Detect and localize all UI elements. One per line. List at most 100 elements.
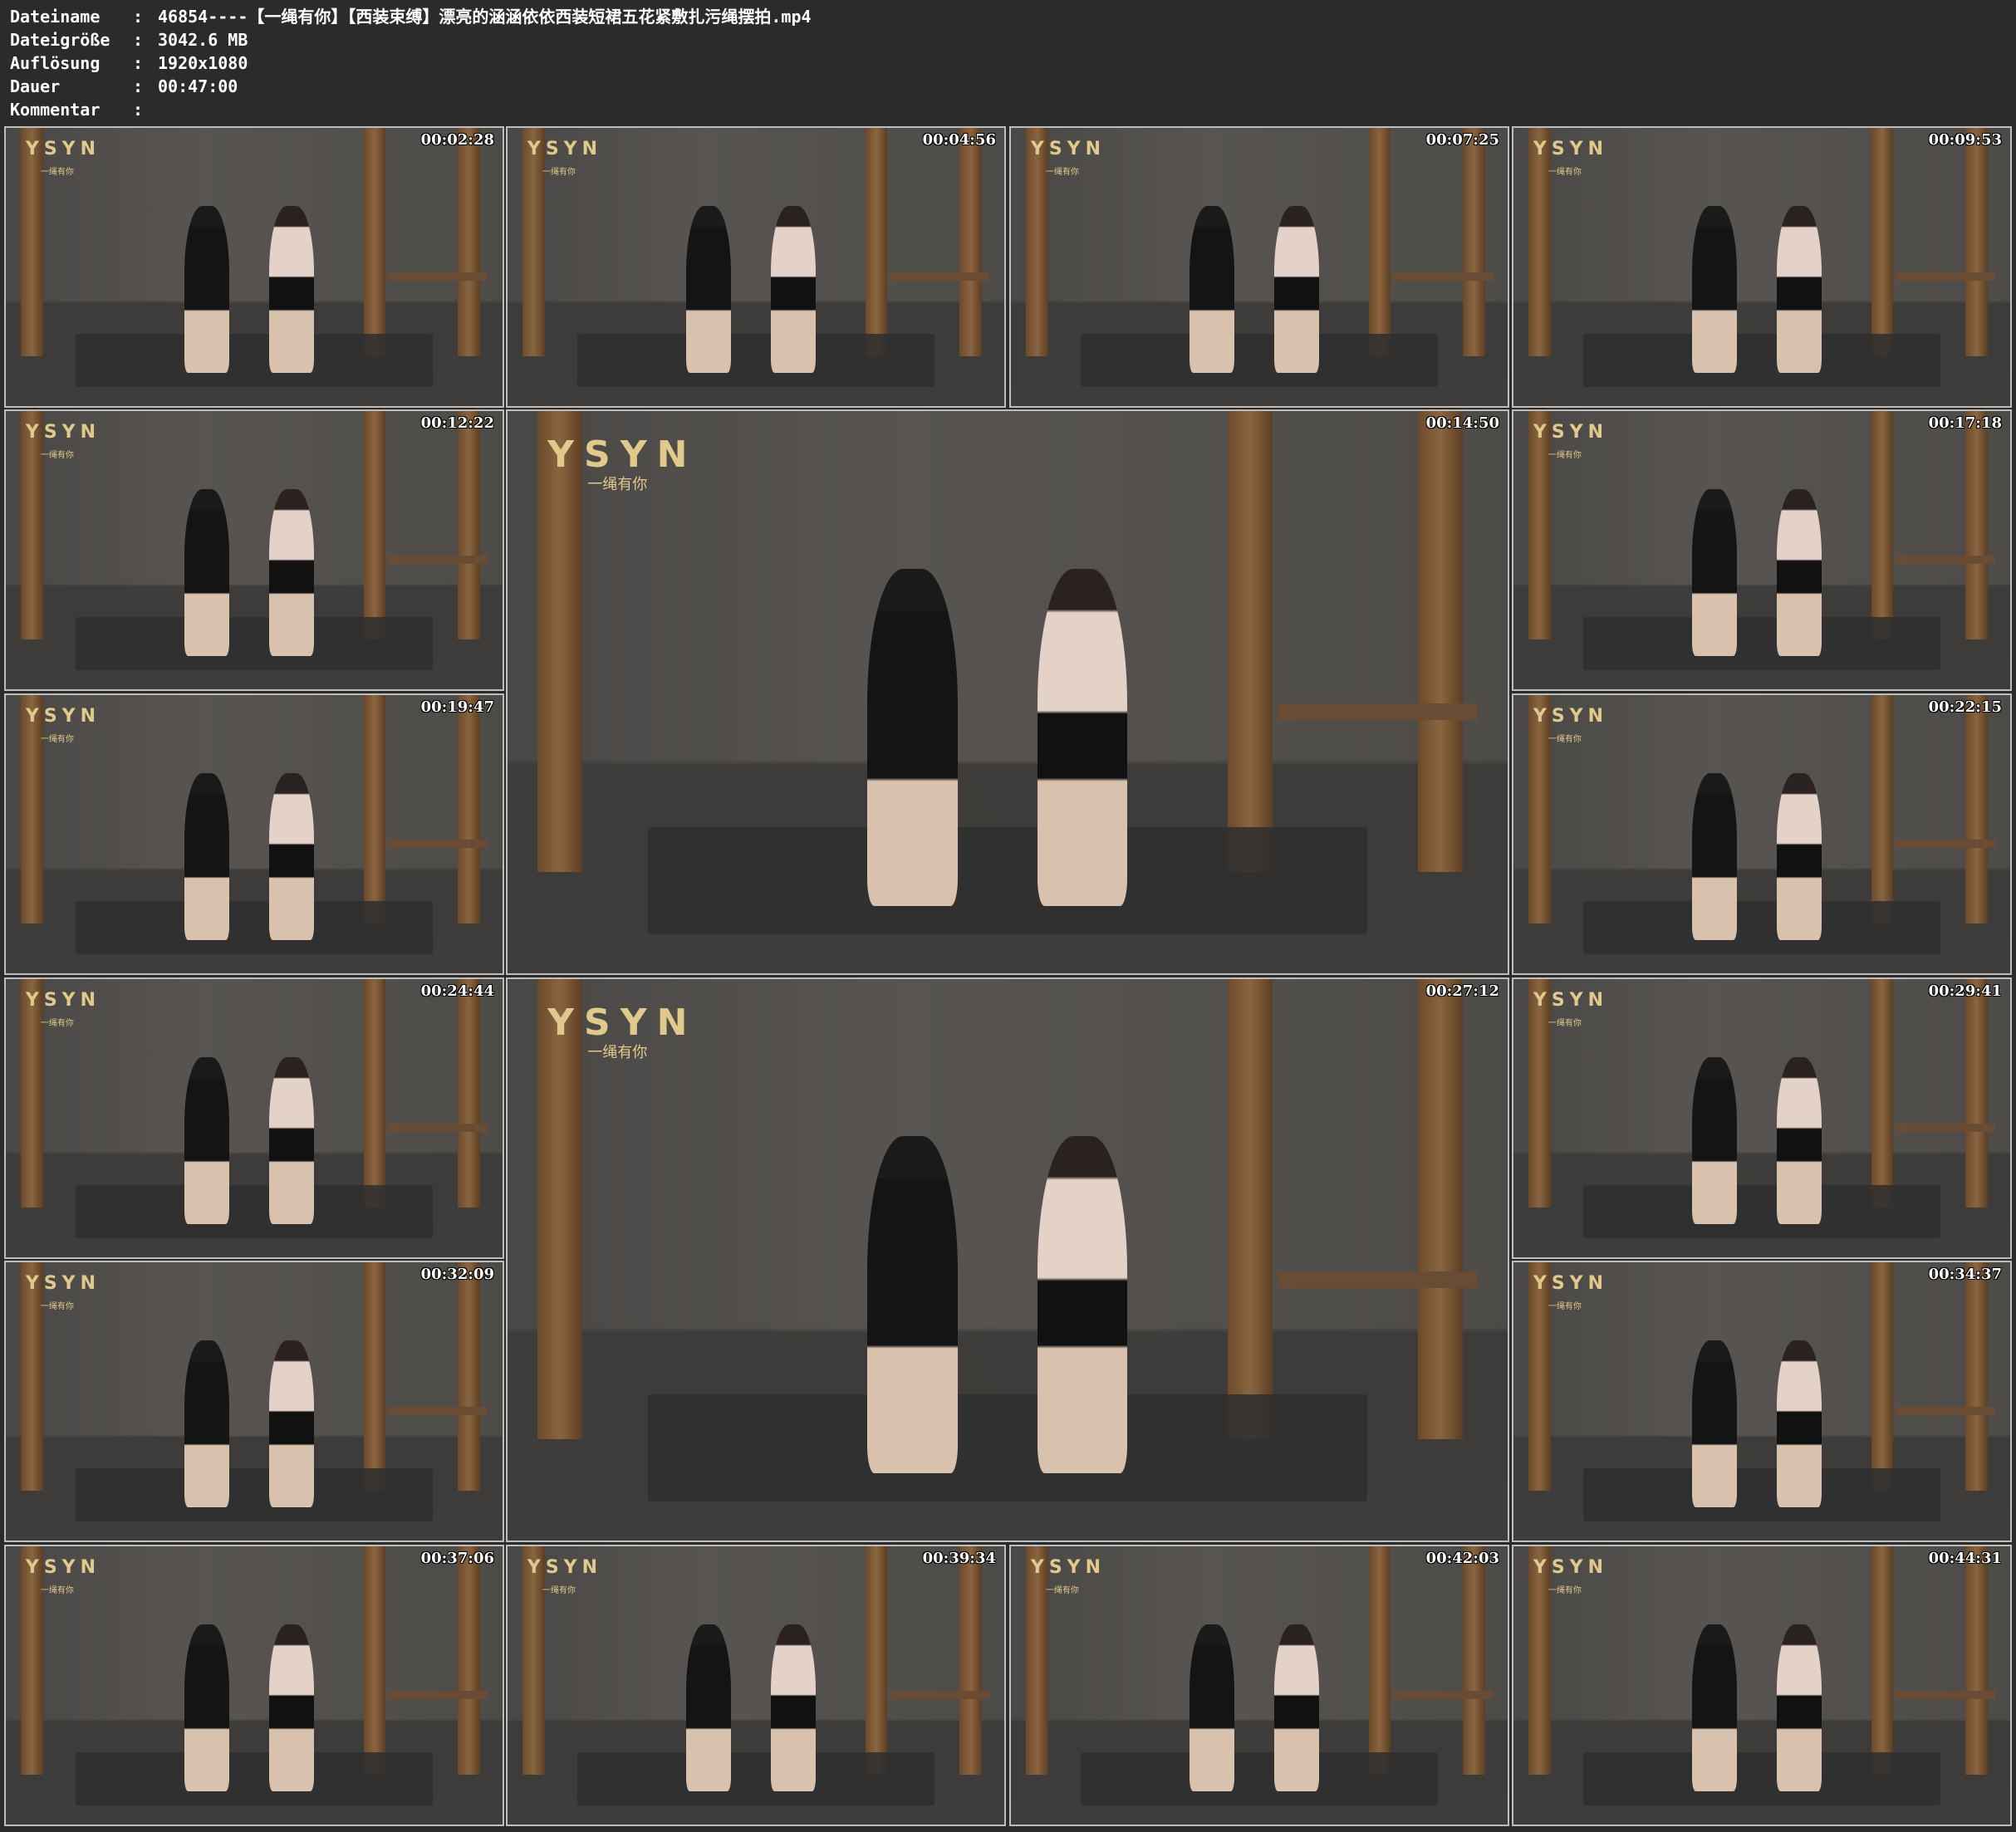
video-thumbnail[interactable]: YSYN 一绳有你 00:34:37 (1512, 1261, 2012, 1542)
thumbnail-timestamp: 00:39:34 (922, 1550, 996, 1567)
watermark-logo: YSYN (25, 706, 101, 727)
scene-pillar (20, 1546, 43, 1775)
scene-floor-mat (75, 1751, 434, 1805)
watermark-logo: YSYN (527, 139, 603, 160)
watermark-logo: YSYN (1533, 422, 1609, 443)
scene-figure-light-suit (1037, 568, 1128, 906)
scene-pillar (865, 128, 888, 356)
scene-pillar (1025, 128, 1048, 356)
watermark-logo: YSYN (1030, 139, 1106, 160)
scene-figure-light-suit (268, 1056, 314, 1224)
watermark-subtitle: 一绳有你 (40, 1301, 74, 1311)
scene-pillar (1025, 1546, 1048, 1775)
watermark-subtitle: 一绳有你 (587, 1044, 648, 1062)
scene-pillar (522, 1546, 545, 1775)
scene-pillar (1528, 1546, 1551, 1775)
scene-pillar (1871, 695, 1894, 923)
scene-figure-light-suit (1776, 772, 1822, 940)
scene-figure-dark-suit (184, 1624, 230, 1791)
scene-bench (1896, 1407, 1996, 1416)
video-thumbnail[interactable]: YSYN 一绳有你 00:02:28 (4, 126, 504, 408)
video-thumbnail[interactable]: YSYN 一绳有你 00:04:56 (506, 126, 1006, 408)
scene-pillar (1871, 411, 1894, 639)
watermark-subtitle: 一绳有你 (1045, 1585, 1079, 1595)
video-thumbnail[interactable]: YSYN 一绳有你 00:17:18 (1512, 409, 2012, 691)
scene-figure-light-suit (268, 205, 314, 373)
video-thumbnail[interactable]: YSYN 一绳有你 00:27:12 (506, 977, 1509, 1542)
scene-figure-light-suit (1273, 205, 1319, 373)
scene-bench (388, 1691, 488, 1700)
scene-pillar (865, 1546, 888, 1775)
watermark-logo: YSYN (1533, 139, 1609, 160)
scene-pillar (959, 1546, 983, 1775)
video-thumbnail[interactable]: YSYN 一绳有你 00:14:50 (506, 409, 1509, 975)
scene-pillar (1965, 695, 1989, 923)
watermark-logo: YSYN (25, 1557, 101, 1579)
video-thumbnail[interactable]: YSYN 一绳有你 00:22:15 (1512, 693, 2012, 975)
scene-figure-light-suit (1776, 1056, 1822, 1224)
scene-figure-light-suit (268, 1624, 314, 1791)
scene-pillar (1871, 979, 1894, 1207)
scene-pillar (458, 979, 481, 1207)
scene-bench (1393, 272, 1494, 282)
scene-figure-dark-suit (686, 1624, 732, 1791)
scene-figure-dark-suit (1189, 205, 1235, 373)
scene-figure-dark-suit (1692, 488, 1738, 656)
watermark-logo: YSYN (25, 139, 101, 160)
scene-bench (1896, 1124, 1996, 1133)
scene-floor-mat (1582, 1751, 1941, 1805)
scene-floor-mat (576, 333, 935, 387)
scene-pillar (20, 411, 43, 639)
scene-pillar (1528, 128, 1551, 356)
scene-pillar (1965, 411, 1989, 639)
scene-pillar (1871, 1546, 1894, 1775)
scene-floor-mat (1582, 616, 1941, 670)
video-thumbnail[interactable]: YSYN 一绳有你 00:07:25 (1009, 126, 1509, 408)
video-thumbnail[interactable]: YSYN 一绳有你 00:39:34 (506, 1545, 1006, 1826)
scene-pillar (1463, 128, 1486, 356)
video-thumbnail[interactable]: YSYN 一绳有你 00:09:53 (1512, 126, 2012, 408)
scene-floor-mat (576, 1751, 935, 1805)
video-thumbnail[interactable]: YSYN 一绳有你 00:12:22 (4, 409, 504, 691)
scene-pillar (20, 1262, 43, 1491)
scene-figure-light-suit (770, 205, 816, 373)
thumbnail-timestamp: 00:07:25 (1425, 131, 1499, 149)
scene-pillar (1227, 979, 1273, 1440)
scene-bench (890, 272, 990, 282)
thumbnail-timestamp: 00:09:53 (1928, 131, 2002, 149)
scene-pillar (1871, 1262, 1894, 1491)
scene-figure-dark-suit (1692, 205, 1738, 373)
watermark-subtitle: 一绳有你 (1548, 1018, 1582, 1028)
scene-floor-mat (647, 1394, 1368, 1501)
thumbnail-timestamp: 00:32:09 (420, 1266, 494, 1283)
watermark-logo: YSYN (547, 434, 698, 477)
scene-pillar (458, 1262, 481, 1491)
video-thumbnail[interactable]: YSYN 一绳有你 00:37:06 (4, 1545, 504, 1826)
scene-pillar (363, 128, 386, 356)
video-thumbnail[interactable]: YSYN 一绳有你 00:32:09 (4, 1261, 504, 1542)
video-thumbnail[interactable]: YSYN 一绳有你 00:29:41 (1512, 977, 2012, 1259)
video-thumbnail[interactable]: YSYN 一绳有你 00:19:47 (4, 693, 504, 975)
video-thumbnail[interactable]: YSYN 一绳有你 00:42:03 (1009, 1545, 1509, 1826)
watermark-subtitle: 一绳有你 (587, 476, 648, 494)
scene-bench (388, 1407, 488, 1416)
scene-pillar (363, 411, 386, 639)
scene-bench (1896, 1691, 1996, 1700)
scene-figure-dark-suit (1692, 1056, 1738, 1224)
thumbnail-timestamp: 00:44:31 (1928, 1550, 2002, 1567)
thumbnail-timestamp: 00:14:50 (1425, 414, 1499, 432)
scene-figure-dark-suit (1692, 1340, 1738, 1507)
video-thumbnail[interactable]: YSYN 一绳有你 00:24:44 (4, 977, 504, 1259)
watermark-subtitle: 一绳有你 (1548, 167, 1582, 177)
scene-floor-mat (75, 616, 434, 670)
scene-floor-mat (75, 1467, 434, 1521)
scene-floor-mat (1582, 900, 1941, 954)
scene-pillar (1871, 128, 1894, 356)
scene-figure-light-suit (268, 772, 314, 940)
video-thumbnail[interactable]: YSYN 一绳有你 00:44:31 (1512, 1545, 2012, 1826)
scene-figure-dark-suit (1692, 1624, 1738, 1791)
scene-pillar (363, 1262, 386, 1491)
watermark-subtitle: 一绳有你 (1548, 1585, 1582, 1595)
scene-pillar (1528, 411, 1551, 639)
scene-floor-mat (1080, 333, 1439, 387)
